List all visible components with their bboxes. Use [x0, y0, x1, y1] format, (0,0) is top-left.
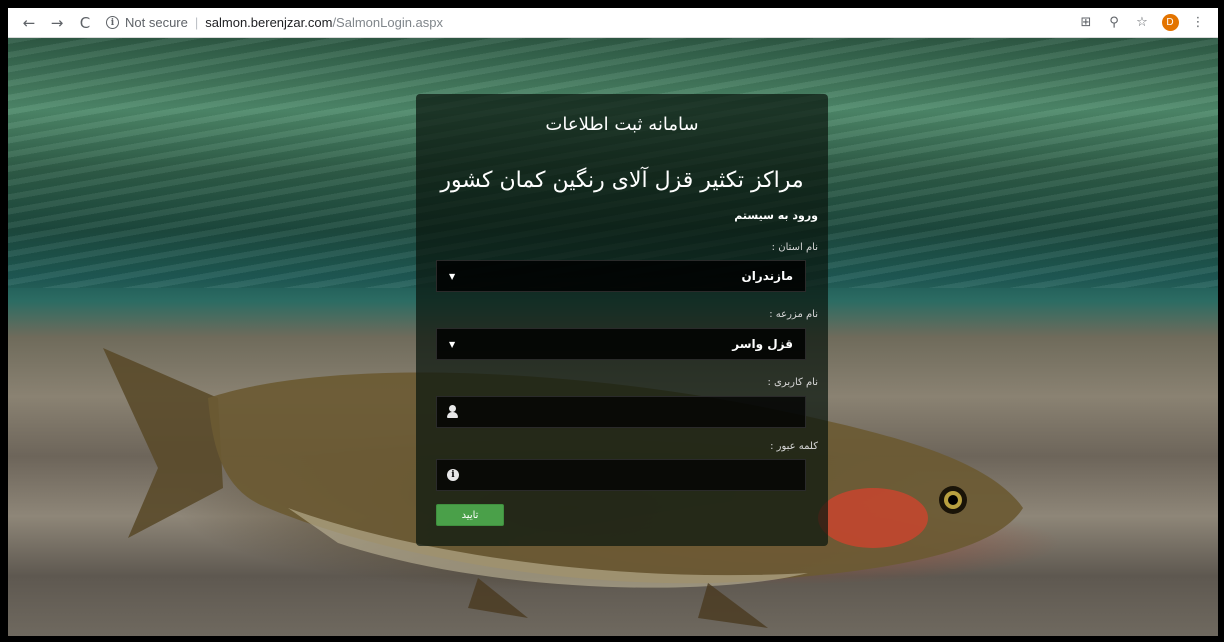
farm-select[interactable]: قزل واسر ▼: [436, 328, 806, 360]
address-bar[interactable]: i Not secure | salmon.berenjzar.com/Salm…: [106, 11, 443, 35]
info-icon: i: [447, 469, 459, 481]
profile-initial: D: [1161, 14, 1179, 31]
farm-selected-value: قزل واسر: [732, 337, 793, 351]
login-heading: ورود به سیستم: [734, 209, 818, 222]
zoom-icon[interactable]: ⚲: [1102, 12, 1126, 34]
submit-button[interactable]: تایید: [436, 504, 504, 526]
farm-label: نام مزرعه :: [769, 309, 818, 320]
password-label: کلمه عبور :: [770, 441, 818, 452]
system-title: سامانه ثبت اطلاعات: [545, 114, 699, 135]
browser-menu-icon[interactable]: ⋮: [1186, 12, 1210, 34]
page-viewport: سامانه ثبت اطلاعات مراکز تکثیر قزل آلای …: [8, 38, 1218, 636]
province-label: نام استان :: [771, 242, 818, 253]
back-icon[interactable]: ←: [18, 12, 40, 34]
url-host: salmon.berenjzar.com: [205, 15, 333, 30]
username-label: نام کاربری :: [767, 377, 818, 388]
toolbar-actions: ⊞ ⚲ ☆ D ⋮: [1070, 12, 1210, 34]
password-input[interactable]: [467, 460, 795, 490]
translate-icon[interactable]: ⊞: [1074, 12, 1098, 34]
reload-icon[interactable]: C: [74, 12, 96, 34]
bookmark-star-icon[interactable]: ☆: [1130, 12, 1154, 34]
username-field[interactable]: [436, 396, 806, 428]
browser-toolbar: ← → C i Not secure | salmon.berenjzar.co…: [8, 8, 1218, 38]
province-selected-value: مازندران: [741, 269, 793, 283]
address-separator: |: [194, 15, 199, 30]
province-select[interactable]: مازندران ▼: [436, 260, 806, 292]
url-path: /SalmonLogin.aspx: [332, 15, 444, 30]
profile-avatar[interactable]: D: [1158, 12, 1182, 34]
site-info-icon[interactable]: i: [106, 16, 119, 29]
chevron-down-icon: ▼: [449, 339, 456, 349]
password-field[interactable]: i: [436, 459, 806, 491]
page-subtitle: مراکز تکثیر قزل آلای رنگین کمان کشور: [440, 168, 804, 193]
user-icon: [447, 405, 458, 419]
forward-icon[interactable]: →: [46, 12, 68, 34]
chevron-down-icon: ▼: [449, 271, 456, 281]
username-input[interactable]: [466, 397, 795, 427]
login-panel: سامانه ثبت اطلاعات مراکز تکثیر قزل آلای …: [416, 94, 828, 546]
security-label: Not secure: [125, 15, 188, 30]
